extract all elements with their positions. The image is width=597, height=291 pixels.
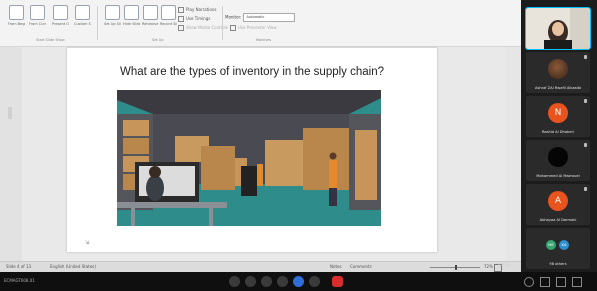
from-current-slide-button[interactable]: From Current Slide (29, 5, 46, 26)
more-options-icon[interactable] (309, 276, 320, 287)
custom-show-icon (75, 5, 90, 20)
vertical-scrollbar[interactable] (506, 47, 521, 261)
from-beginning-button[interactable]: From Beginning (8, 5, 25, 26)
ribbon-divider (222, 6, 223, 40)
participant-tile[interactable]: Mohammed Al Mazrouei (526, 140, 590, 181)
checkbox-icon (178, 25, 184, 31)
avatar (548, 147, 568, 167)
ignore-button[interactable]: Ignore (498, 262, 511, 267)
more-participants-tile[interactable]: ME KA 98 others (526, 228, 590, 269)
camera-icon[interactable] (245, 276, 256, 287)
notes-button[interactable]: Notes (330, 264, 342, 269)
ribbon-divider (97, 6, 98, 40)
participant-tile[interactable]: Ashraf ZAI Rwafil Alkaalbi (526, 52, 590, 93)
slide-counter: Slide 4 of 13 (6, 264, 32, 269)
stopwatch-icon (143, 5, 158, 20)
checkbox-icon (178, 16, 184, 22)
participant-name: Ashraf ZAI Rwafil Alkaalbi (534, 86, 582, 90)
raise-hand-icon[interactable] (277, 276, 288, 287)
monitor-dropdown[interactable]: Automatic (243, 13, 296, 22)
play-current-icon (30, 5, 45, 20)
participant-video (526, 8, 590, 49)
people-icon[interactable] (540, 277, 550, 287)
zoom-slider-knob[interactable] (455, 265, 457, 270)
participants-panel: Ashraf ZAI Rwafil Alkaalbi N Rashid Al D… (521, 0, 597, 272)
hide-slide-button[interactable]: Hide Slide (123, 5, 140, 26)
set-up-slide-show-button[interactable]: Set Up Slide Show (104, 5, 121, 26)
hide-slide-icon (124, 5, 139, 20)
avatar: A (548, 191, 568, 211)
avatar (548, 59, 568, 79)
avatar: ME (546, 240, 556, 250)
mic-icon[interactable] (229, 276, 240, 287)
mic-off-icon (584, 187, 587, 191)
avatar: N (548, 103, 568, 123)
record-icon (161, 5, 176, 20)
avatar: KA (559, 240, 569, 250)
mic-off-icon (584, 99, 587, 103)
mic-off-icon (584, 143, 587, 147)
rehearse-timings-button[interactable]: Rehearse Timings (142, 5, 159, 26)
participant-name: Mohammed Al Mazrouei (536, 174, 580, 178)
slide: What are the types of inventory in the s… (67, 48, 437, 252)
leave-call-icon[interactable] (332, 276, 343, 287)
slide-thumbnail-pane[interactable] (0, 47, 23, 261)
mic-off-icon (584, 55, 587, 59)
zoom-level[interactable]: 72% (484, 264, 493, 269)
use-timings-checkbox[interactable]: Use Timings (178, 16, 210, 22)
warehouse-illustration (117, 90, 381, 226)
screen: From Beginning From Current Slide Presen… (0, 0, 597, 291)
slide-title: What are the types of inventory in the s… (119, 66, 384, 78)
status-bar: Slide 4 of 13 English (United States) No… (0, 261, 521, 272)
show-media-controls-checkbox[interactable]: Show Media Controls (178, 25, 228, 31)
chat-icon[interactable] (556, 277, 566, 287)
checkbox-icon (230, 25, 236, 31)
group-label-monitors: Monitors (256, 38, 272, 42)
share-screen-icon[interactable] (293, 276, 304, 287)
group-label-start: Start Slide Show (36, 38, 65, 42)
checkbox-icon (178, 7, 184, 13)
presenter-view-checkbox[interactable]: Use Presenter View (230, 25, 277, 31)
play-narrations-checkbox[interactable]: Play Narrations (178, 7, 216, 13)
meeting-label: ECMAGT608.01 (4, 278, 35, 283)
language-indicator[interactable]: English (United States) (50, 264, 96, 269)
setup-icon (105, 5, 120, 20)
ribbon-slide-show-tab: From Beginning From Current Slide Presen… (0, 0, 521, 47)
meeting-taskbar: ECMAGT608.01 (0, 272, 597, 291)
play-icon (9, 5, 24, 20)
comments-button[interactable]: Comments (350, 264, 372, 269)
pane-collapse-handle[interactable] (8, 107, 12, 119)
participant-video-tile[interactable] (525, 7, 591, 50)
shared-powerpoint-window: From Beginning From Current Slide Presen… (0, 0, 521, 272)
participant-tile[interactable]: N Rashid Al Dhaheri (526, 96, 590, 137)
activities-icon[interactable] (572, 277, 582, 287)
participant-name: 98 others (549, 262, 567, 266)
custom-slide-show-button[interactable]: Custom Slide Show (74, 5, 91, 26)
participant-tile[interactable]: A Abhayaa Al Darmaki (526, 184, 590, 225)
captions-icon[interactable] (261, 276, 272, 287)
participant-name: Abhayaa Al Darmaki (539, 218, 577, 222)
monitor-select[interactable]: Monitor: Automatic (225, 13, 296, 22)
present-online-button[interactable]: Present Online (52, 5, 69, 26)
group-label-setup: Set Up (152, 38, 164, 42)
record-slide-show-button[interactable]: Record Slide Show (160, 5, 177, 26)
info-icon[interactable] (524, 277, 534, 287)
participant-name: Rashid Al Dhaheri (541, 130, 574, 134)
notes-toggle-icon[interactable]: ⇲ (85, 240, 89, 246)
present-online-icon (53, 5, 68, 20)
